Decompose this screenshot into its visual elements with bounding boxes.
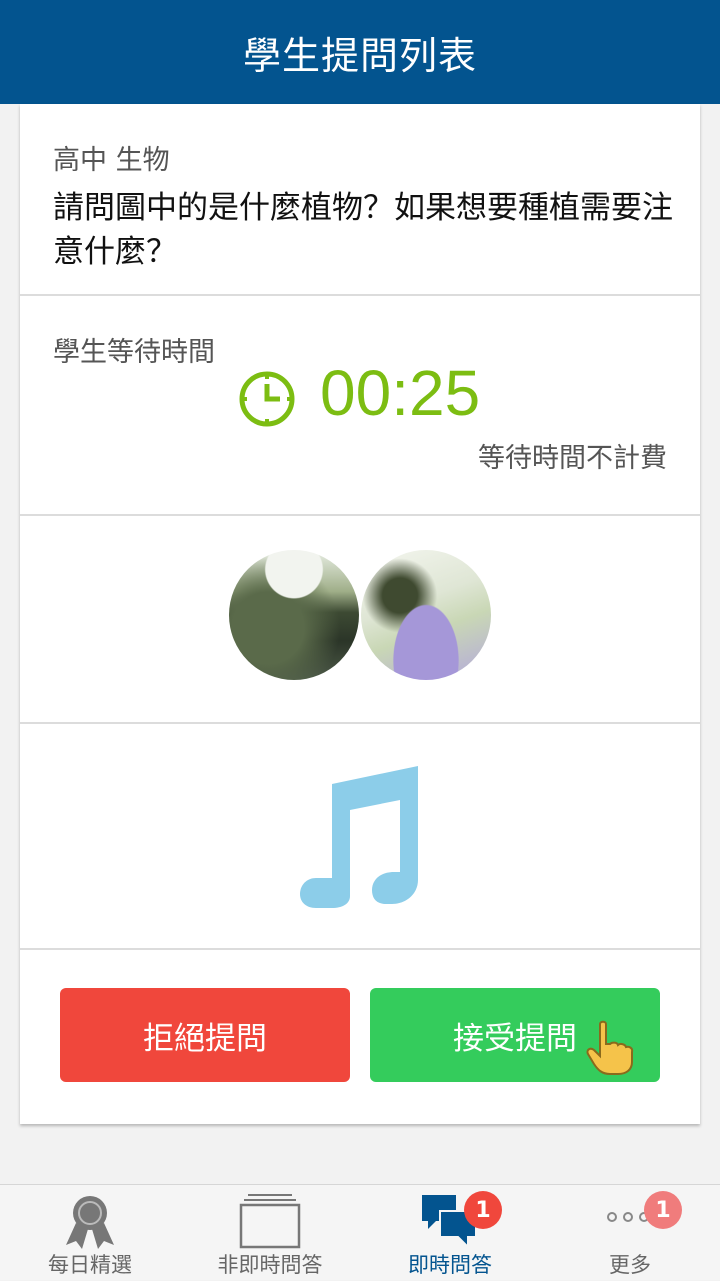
tab-live-qa[interactable]: 1 即時問答 xyxy=(360,1185,540,1281)
wait-free-note: 等待時間不計費 xyxy=(478,443,667,474)
audio-attachment xyxy=(20,724,700,950)
accept-label: 接受提問 xyxy=(453,1020,577,1057)
reject-label: 拒絕提問 xyxy=(143,1020,267,1057)
image-attachments xyxy=(20,516,700,724)
question-section: 高中 生物 請問圖中的是什麼植物？如果想要種植需要注意什麼？ xyxy=(20,104,700,296)
subject-label: 高中 生物 xyxy=(53,145,170,176)
notification-badge: 1 xyxy=(644,1191,682,1229)
wait-timer: 00:25 xyxy=(320,357,481,429)
tab-async-qa[interactable]: 非即時問答 xyxy=(180,1185,360,1281)
tab-more[interactable]: 1 更多 xyxy=(540,1185,720,1281)
music-note-icon[interactable] xyxy=(298,762,422,908)
wait-time-label: 學生等待時間 xyxy=(53,337,215,368)
notification-badge: 1 xyxy=(464,1191,502,1229)
app-header: 學生提問列表 xyxy=(0,0,720,104)
tab-label: 即時問答 xyxy=(408,1253,492,1277)
pointing-hand-icon xyxy=(586,1020,634,1075)
accept-question-button[interactable]: 接受提問 xyxy=(370,988,660,1082)
clock-icon xyxy=(239,371,295,427)
attachment-image-moss[interactable] xyxy=(229,550,359,680)
bottom-tab-bar: 每日精選 非即時問答 1 即時問答 1 更多 xyxy=(0,1184,720,1280)
reject-question-button[interactable]: 拒絕提問 xyxy=(60,988,350,1082)
tab-label: 每日精選 xyxy=(48,1253,132,1277)
tab-label: 更多 xyxy=(609,1253,651,1277)
action-section: 拒絕提問 接受提問 xyxy=(20,950,700,1124)
tab-label: 非即時問答 xyxy=(217,1253,323,1277)
ribbon-award-icon xyxy=(66,1196,114,1249)
question-card: 高中 生物 請問圖中的是什麼植物？如果想要種植需要注意什麼？ 學生等待時間 00… xyxy=(20,104,700,1124)
tab-daily-picks[interactable]: 每日精選 xyxy=(0,1185,180,1281)
question-text: 請問圖中的是什麼植物？如果想要種植需要注意什麼？ xyxy=(53,190,673,270)
attachment-image-flower[interactable] xyxy=(361,550,491,680)
stacked-cards-icon xyxy=(239,1194,301,1249)
wait-section: 學生等待時間 00:25 等待時間不計費 xyxy=(20,296,700,516)
page-title: 學生提問列表 xyxy=(242,33,477,78)
